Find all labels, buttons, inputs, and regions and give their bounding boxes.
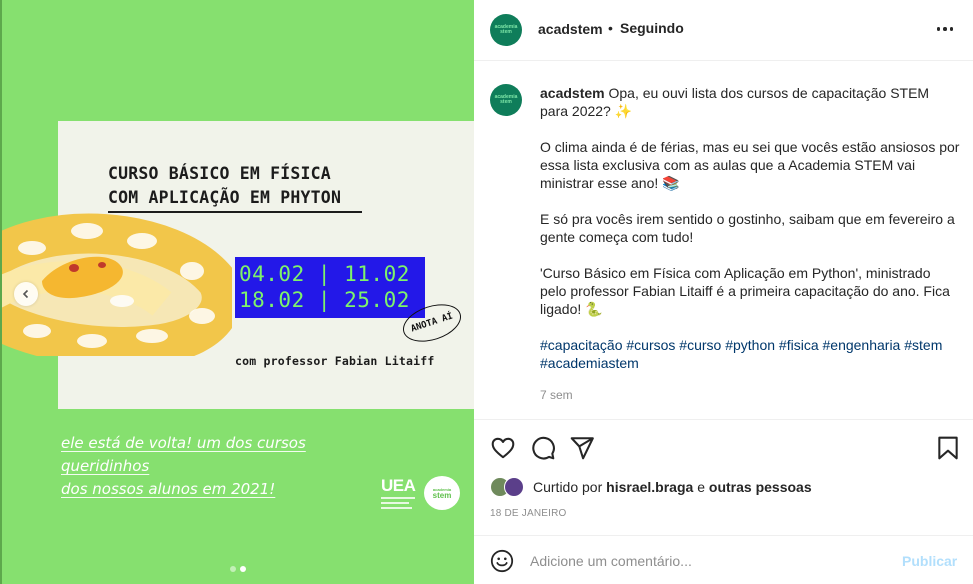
more-options-icon[interactable]	[934, 18, 956, 40]
tagline-line-1: ele está de volta! um dos cursos queridi…	[61, 434, 306, 475]
post-actions: Curtido por hisrael.braga e outras pesso…	[474, 420, 973, 536]
caption-username-link[interactable]: acadstem	[540, 85, 605, 101]
post-side-panel: academia stem acadstem • Seguindo academi…	[474, 0, 973, 584]
header-username-link[interactable]: acadstem	[538, 21, 603, 37]
caption-avatar[interactable]: academia stem	[490, 84, 522, 116]
course-dates: 04.02 | 11.02 18.02 | 25.02	[235, 257, 425, 318]
post-header: academia stem acadstem • Seguindo	[474, 0, 973, 61]
post-caption: acadstem Opa, eu ouvi lista dos cursos d…	[540, 84, 960, 404]
caption-area: academia stem acadstem Opa, eu ouvi lista…	[474, 61, 973, 420]
likes-prefix: Curtido por	[533, 479, 603, 495]
dates-line-2: 18.02 | 25.02	[239, 288, 410, 312]
caption-paragraph-2: O clima ainda é de férias, mas eu sei qu…	[540, 139, 960, 191]
liker-username-link[interactable]: hisrael.braga	[606, 479, 693, 495]
liker-avatar-2[interactable]	[504, 477, 524, 497]
caption-paragraph-3: E só pra vocês irem sentido o gostinho, …	[540, 211, 955, 245]
carousel-dot-2	[240, 566, 246, 572]
chevron-left-icon	[22, 289, 29, 299]
avatar[interactable]: academia stem	[490, 14, 522, 46]
tagline: ele está de volta! um dos cursos queridi…	[61, 432, 391, 501]
likes-summary: Curtido por hisrael.braga e outras pesso…	[490, 476, 812, 498]
emoji-icon[interactable]	[490, 549, 514, 573]
separator-dot: •	[608, 20, 613, 36]
heart-icon[interactable]	[490, 435, 516, 461]
carousel-prev-button[interactable]	[14, 282, 38, 306]
carousel-dot-1	[230, 566, 236, 572]
post-media[interactable]: CURSO BÁSICO EM FÍSICA COM APLICAÇÃO EM …	[0, 0, 474, 584]
tagline-line-2: dos nossos alunos em 2021!	[61, 480, 276, 498]
following-button[interactable]: Seguindo	[620, 20, 684, 36]
caption-paragraph-4: 'Curso Básico em Física com Aplicação em…	[540, 265, 950, 317]
comment-input[interactable]	[530, 551, 890, 571]
uea-logo: UEA	[381, 477, 417, 512]
caption-hashtags[interactable]: #capacitação #cursos #curso #python #fis…	[540, 336, 960, 372]
post-date[interactable]: 18 DE JANEIRO	[490, 508, 567, 519]
dates-line-1: 04.02 | 11.02	[239, 262, 410, 286]
snake-illustration	[2, 213, 232, 356]
academia-stem-logo: academia stem	[424, 476, 460, 510]
professor-line: com professor Fabian Litaiff	[235, 354, 435, 368]
publish-button[interactable]: Publicar	[902, 553, 957, 569]
bookmark-icon[interactable]	[935, 435, 961, 461]
course-title-line-1: CURSO BÁSICO EM FÍSICA	[108, 164, 331, 183]
likes-others-link[interactable]: outras pessoas	[709, 479, 812, 495]
comment-icon[interactable]	[530, 435, 556, 461]
carousel-indicator	[230, 566, 246, 572]
likes-conjunction: e	[697, 479, 705, 495]
comment-bar: Publicar	[474, 537, 973, 584]
caption-timestamp[interactable]: 7 sem	[540, 386, 960, 404]
send-icon[interactable]	[569, 435, 595, 461]
